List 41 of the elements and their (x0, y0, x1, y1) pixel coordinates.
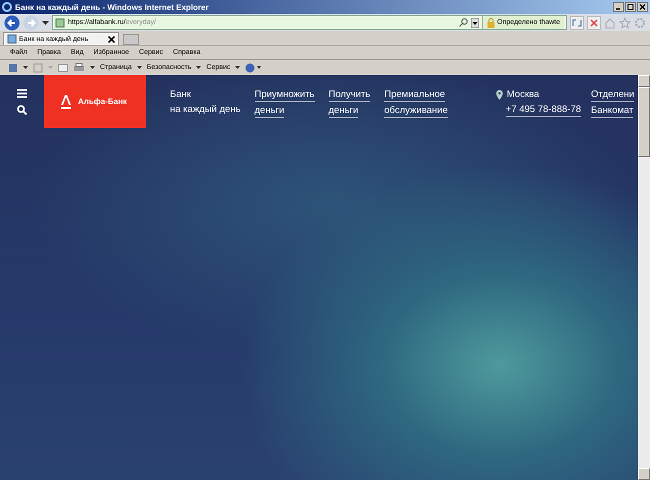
nav-link[interactable]: Банк (170, 89, 191, 101)
scroll-down-button[interactable] (638, 468, 650, 480)
print-icon[interactable] (73, 62, 85, 72)
page-icon (55, 18, 65, 28)
location-pin-icon (496, 90, 503, 100)
nav-link[interactable]: на каждый день (170, 104, 241, 116)
logo[interactable]: Альфа-Банк (44, 75, 146, 128)
search-icon (459, 18, 468, 27)
dropdown-arrow-icon[interactable] (471, 18, 480, 28)
nav-link[interactable]: деньги (254, 105, 284, 118)
stop-icon[interactable] (587, 16, 601, 30)
window-title: Банк на каждый день - Windows Internet Explorer (15, 2, 209, 12)
dropdown-arrow-icon[interactable] (235, 66, 240, 70)
menu-icon[interactable] (17, 89, 27, 98)
phone-link[interactable]: +7 495 78-888-78 (506, 104, 582, 117)
dropdown-arrow-icon[interactable] (136, 66, 142, 70)
dropdown-arrow-icon[interactable] (196, 66, 202, 70)
city-name[interactable]: Москва (506, 89, 540, 101)
star-icon[interactable] (619, 16, 631, 28)
scroll-thumb[interactable] (638, 87, 650, 157)
scroll-up-button[interactable] (638, 75, 650, 87)
close-icon[interactable] (108, 36, 115, 42)
back-button-icon[interactable] (4, 14, 20, 30)
browser-icon (2, 2, 12, 12)
nav-link[interactable]: Премиальное (384, 89, 446, 102)
dropdown-arrow-icon[interactable] (90, 66, 95, 70)
close-icon[interactable] (637, 2, 648, 12)
page-icon (7, 34, 17, 44)
nav-link[interactable]: Банкомат (591, 105, 634, 118)
nav-link[interactable]: Отделени (591, 89, 634, 102)
minimize-icon[interactable] (613, 2, 624, 12)
nav-link[interactable]: деньги (328, 105, 358, 118)
search-icon[interactable] (17, 105, 27, 115)
nav-link[interactable]: Приумножить (254, 89, 314, 102)
logo-mark-icon (60, 94, 72, 110)
maximize-icon[interactable] (625, 2, 636, 12)
lock-icon (487, 18, 496, 28)
nav-link[interactable]: обслуживание (384, 105, 448, 118)
nav-link[interactable]: Получить (328, 89, 370, 102)
dropdown-arrow-icon[interactable] (23, 66, 28, 70)
dropdown-arrow-icon[interactable] (42, 20, 49, 26)
